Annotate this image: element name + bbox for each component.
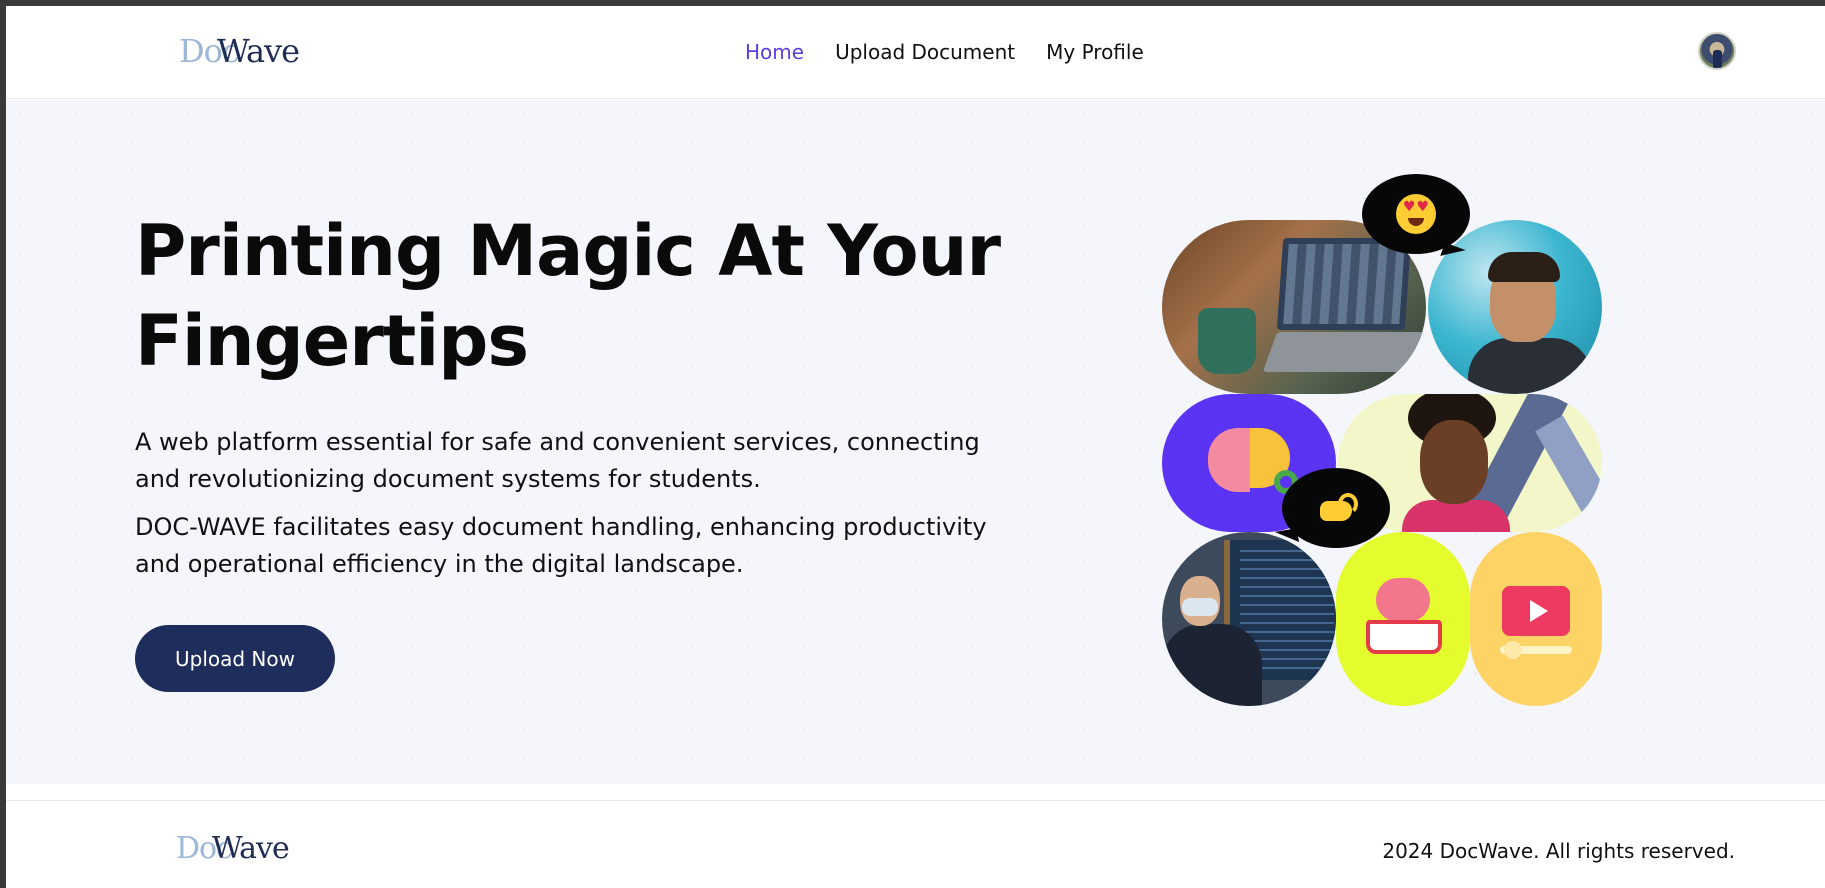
pinched-fingers-emoji-icon	[1316, 493, 1358, 523]
hero-description-2: DOC-WAVE facilitates easy document handl…	[135, 513, 987, 578]
heart-eyes-emoji-bubble	[1362, 174, 1470, 254]
logo-wave-text: Wave	[216, 32, 300, 70]
brain-book-icon	[1336, 532, 1470, 706]
pinched-fingers-emoji-bubble	[1282, 468, 1390, 548]
header-logo[interactable]: DocWave	[179, 32, 300, 70]
teacher-whiteboard-image	[1162, 532, 1336, 706]
nav-home[interactable]: Home	[745, 40, 804, 64]
hero-description-1: A web platform essential for safe and co…	[135, 428, 980, 493]
hero-section: Printing Magic At Your Fingertips A web …	[6, 100, 1825, 784]
footer-logo-wave-text: Wave	[211, 831, 290, 866]
upload-now-button[interactable]: Upload Now	[135, 625, 335, 692]
site-header: DocWave Home Upload Document My Profile	[6, 6, 1825, 99]
video-play-icon	[1470, 532, 1602, 706]
site-footer: DocWave 2024 DocWave. All rights reserve…	[6, 800, 1825, 888]
user-avatar[interactable]	[1698, 32, 1736, 70]
footer-logo[interactable]: DocWave	[176, 831, 290, 866]
main-nav: Home Upload Document My Profile	[745, 40, 1144, 64]
browser-viewport: DocWave Home Upload Document My Profile …	[6, 6, 1825, 888]
hero-title: Printing Magic At Your Fingertips	[135, 210, 1001, 382]
hero-image-collage	[1156, 174, 1606, 738]
nav-upload-document[interactable]: Upload Document	[835, 40, 1015, 64]
nav-my-profile[interactable]: My Profile	[1046, 40, 1144, 64]
heart-eyes-emoji-icon	[1396, 194, 1436, 234]
copyright-text: 2024 DocWave. All rights reserved.	[1382, 839, 1735, 863]
